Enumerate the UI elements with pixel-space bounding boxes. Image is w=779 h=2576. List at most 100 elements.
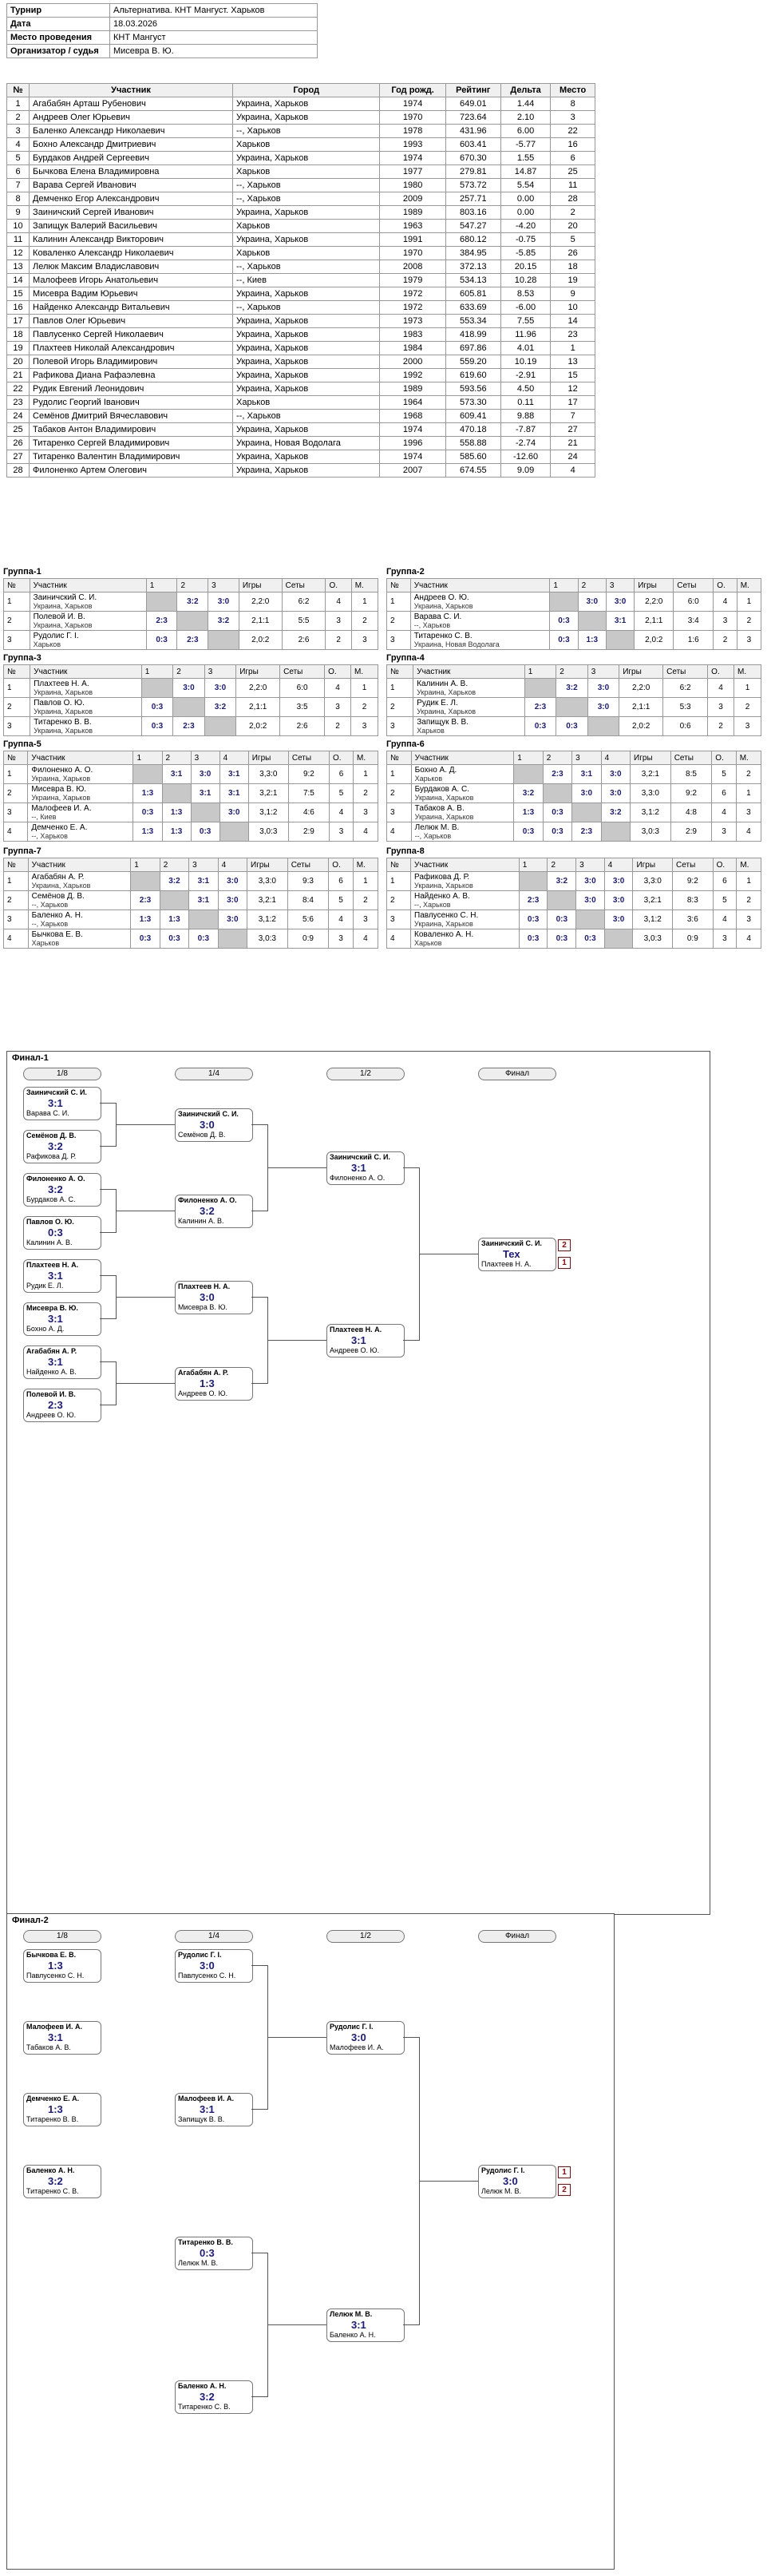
match-box[interactable]: Плахтеев Н. А. 3:0 Мисевра В. Ю. xyxy=(175,1281,253,1314)
group-col-header: М. xyxy=(735,751,762,765)
group-player: Павлусенко С. Н. Украина, Харьков xyxy=(410,910,520,929)
match-box[interactable]: Заиничский С. И. 3:0 Семёнов Д. В. xyxy=(175,1108,253,1142)
group-stat-cell: 2,2:0 xyxy=(238,592,283,612)
group-score-cell: 3:1 xyxy=(188,890,219,910)
player-cell: 22 xyxy=(6,382,30,396)
group-col-header: М. xyxy=(353,751,378,765)
group-row: 2 Семёнов Д. В. --, Харьков 2:3 3:1 3:0 3,2:1 8… xyxy=(3,890,379,910)
match-box[interactable]: Семёнов Д. В. 3:2 Рафикова Д. Р. xyxy=(23,1130,101,1163)
organizer-value: Мисевра В. Ю. xyxy=(109,44,318,58)
match-box[interactable]: Заиничский С. И. Тех Плахтеев Н. А. xyxy=(478,1238,556,1271)
player-cell: -4.20 xyxy=(500,219,552,233)
group-5: Группа-5 № Участник 1 2 3 4 Игры Сеты О. М. 1 Филоне… xyxy=(2,738,378,842)
player-cell: 10 xyxy=(550,300,595,315)
match-box[interactable]: Плахтеев Н. А. 3:1 Рудик Е. Л. xyxy=(23,1259,101,1293)
match-box[interactable]: Рудолис Г. І. 3:0 Павлусенко С. Н. xyxy=(175,1949,253,1983)
match-box[interactable]: Филоненко А. О. 3:2 Бурдаков А. С. xyxy=(23,1173,101,1207)
match-player1: Полевой И. В. xyxy=(26,1390,76,1398)
player-cell: 5 xyxy=(550,232,595,247)
match-box[interactable]: Малофеев И. А. 3:1 Табаков А. В. xyxy=(23,2021,101,2055)
player-cell: -2.74 xyxy=(500,436,552,450)
player-cell: 7 xyxy=(550,409,595,423)
player-cell: Лелюк Максим Владиславович xyxy=(29,260,233,274)
group-score-cell: 3:0 xyxy=(600,783,631,803)
player-cell: 4 xyxy=(550,463,595,478)
group-score-cell: 3:1 xyxy=(571,764,602,784)
group-stat-cell: 3 xyxy=(712,929,737,949)
group-num: 4 xyxy=(2,822,29,842)
tournament-label: Турнир xyxy=(6,3,110,18)
group-stat-cell: 2 xyxy=(735,764,762,784)
match-box[interactable]: Рудолис Г. І. 3:0 Малофеев И. А. xyxy=(326,2021,405,2055)
group-score-cell: 1:3 xyxy=(132,783,163,803)
bracket-line xyxy=(100,1361,116,1362)
player-cell: 7 xyxy=(6,178,30,192)
match-box[interactable]: Агабабян А. Р. 3:1 Найденко А. В. xyxy=(23,1345,101,1379)
group-score-cell: 3:2 xyxy=(176,592,209,612)
player-cell: 2007 xyxy=(379,463,446,478)
match-box[interactable]: Мисевра В. Ю. 3:1 Бохно А. Д. xyxy=(23,1302,101,1336)
player-row: 7 Варава Сергей Иванович --, Харьков 1980 57… xyxy=(6,178,595,192)
player-cell: 11 xyxy=(6,232,30,247)
match-score: 3:1 xyxy=(48,1313,63,1325)
group-stat-cell: 1 xyxy=(736,592,762,612)
match-player2: Малофеев И. А. xyxy=(330,2043,384,2051)
player-cell: 14 xyxy=(550,314,595,328)
group-stat-cell: 3,3:0 xyxy=(630,783,671,803)
match-box[interactable]: Павлов О. Ю. 0:3 Калинин А. В. xyxy=(23,1216,101,1250)
match-box[interactable]: Малофеев И. А. 3:1 Запищук В. В. xyxy=(175,2093,253,2126)
player-cell: --, Харьков xyxy=(231,124,381,138)
group-col-header: 2 xyxy=(542,751,573,765)
group-row: 1 Бохно А. Д. Харьков 2:3 3:1 3:0 3,2:1 8:5 5 2 xyxy=(386,764,762,784)
group-stat-cell: 8:3 xyxy=(672,890,714,910)
group-score-cell: 3:2 xyxy=(204,697,237,717)
match-box[interactable]: Бычкова Е. В. 1:3 Павлусенко С. Н. xyxy=(23,1949,101,1983)
group-row: 3 Запищук В. В. Харьков 0:3 0:3 2,0:2 0:6 2 3 xyxy=(386,716,761,736)
group-stat-cell: 2 xyxy=(736,611,762,631)
group-player-city: --, Харьков xyxy=(414,901,451,909)
match-box[interactable]: Баленко А. Н. 3:2 Титаренко С. В. xyxy=(23,2165,101,2198)
player-cell: 0.00 xyxy=(500,192,552,206)
match-box[interactable]: Филоненко А. О. 3:2 Калинин А. В. xyxy=(175,1195,253,1228)
player-cell: 1974 xyxy=(379,450,446,464)
group-score-cell: 1:3 xyxy=(161,803,192,822)
group-col-header: 1 xyxy=(513,751,544,765)
player-row: 5 Бурдаков Андрей Сергеевич Украина, Харьк… xyxy=(6,151,595,165)
match-player1: Заиничский С. И. xyxy=(330,1153,390,1161)
group-col-header: Сеты xyxy=(281,578,326,592)
match-box[interactable]: Титаренко В. В. 0:3 Лелюк М. В. xyxy=(175,2237,253,2270)
match-box[interactable]: Заиничский С. И. 3:1 Филоненко А. О. xyxy=(326,1151,405,1185)
group-row: 2 Мисевра В. Ю. Украина, Харьков 1:3 3:1 3:1 3… xyxy=(2,783,378,803)
player-cell: 10.19 xyxy=(500,355,552,369)
player-cell: 1977 xyxy=(379,164,446,179)
group-score-cell xyxy=(208,630,239,650)
match-box[interactable]: Заиничский С. И. 3:1 Варава С. И. xyxy=(23,1087,101,1120)
group-col-header: 3 xyxy=(571,751,602,765)
match-box[interactable]: Лелюк М. В. 3:1 Баленко А. Н. xyxy=(326,2308,405,2342)
match-score: 3:1 xyxy=(351,1334,366,1346)
group-stat-cell: 3:5 xyxy=(279,697,326,717)
player-cell: Украина, Харьков xyxy=(231,382,381,396)
player-cell: 20 xyxy=(550,219,595,233)
group-col-header: 2 xyxy=(159,858,190,872)
group-score-cell: 0:3 xyxy=(518,929,548,949)
match-box[interactable]: Полевой И. В. 2:3 Андреев О. Ю. xyxy=(23,1389,101,1422)
match-box[interactable]: Баленко А. Н. 3:2 Титаренко С. В. xyxy=(175,2380,253,2414)
match-player2: Филоненко А. О. xyxy=(330,1174,386,1182)
group-player-city: Харьков xyxy=(414,775,443,783)
group-score-cell: 0:3 xyxy=(542,822,573,842)
player-row: 6 Бычкова Елена Владимировна Харьков 1977 27… xyxy=(6,164,595,179)
match-player2: Титаренко С. В. xyxy=(26,2187,79,2195)
group-stat-cell: 5 xyxy=(711,764,737,784)
group-score-cell xyxy=(603,929,634,949)
group-player: Запищук В. В. Харьков xyxy=(413,716,525,736)
group-col-header: № xyxy=(3,858,29,872)
match-box[interactable]: Рудолис Г. І. 3:0 Лелюк М. В. xyxy=(478,2165,556,2198)
match-box[interactable]: Плахтеев Н. А. 3:1 Андреев О. Ю. xyxy=(326,1324,405,1357)
group-row: 2 Рудик Е. Л. Украина, Харьков 2:3 3:0 2,1:1 5… xyxy=(386,697,761,717)
group-score-cell: 0:3 xyxy=(556,716,588,736)
player-cell: -5.85 xyxy=(500,246,552,260)
match-score: 3:1 xyxy=(48,1356,63,1368)
match-box[interactable]: Демченко Е. А. 1:3 Титаренко В. В. xyxy=(23,2093,101,2126)
match-box[interactable]: Агабабян А. Р. 1:3 Андреев О. Ю. xyxy=(175,1367,253,1401)
